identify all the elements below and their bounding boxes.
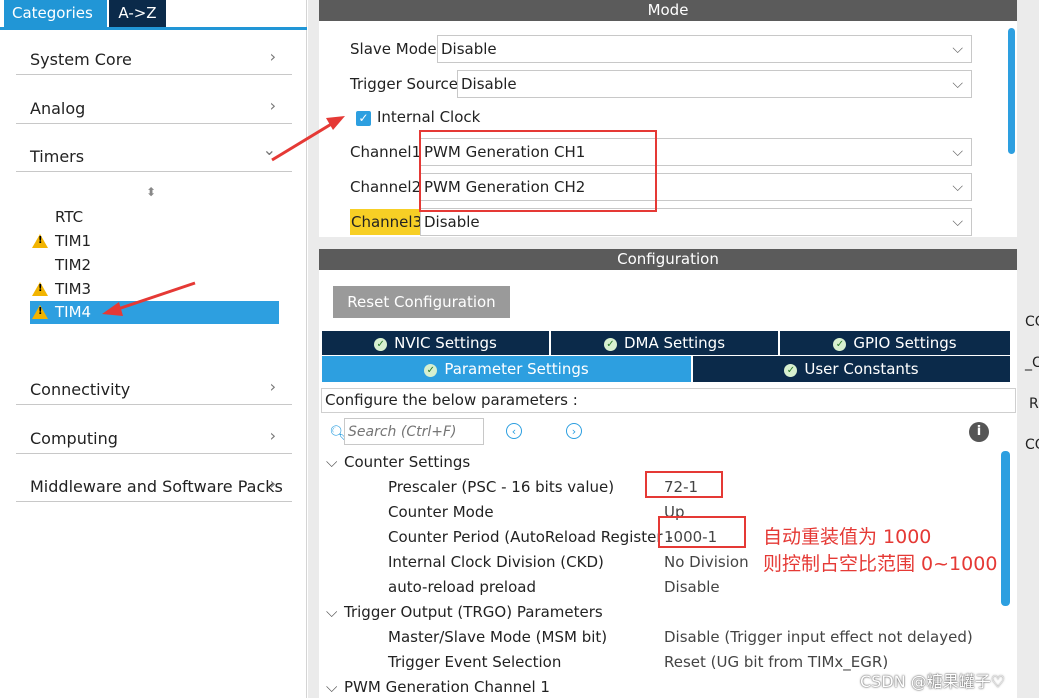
arrow-to-tim4 xyxy=(102,281,196,316)
arrow-to-internal-clock xyxy=(271,116,345,162)
annotation-arrows xyxy=(102,116,345,316)
watermark: CSDN @糖果罐子♡ xyxy=(860,672,1006,691)
